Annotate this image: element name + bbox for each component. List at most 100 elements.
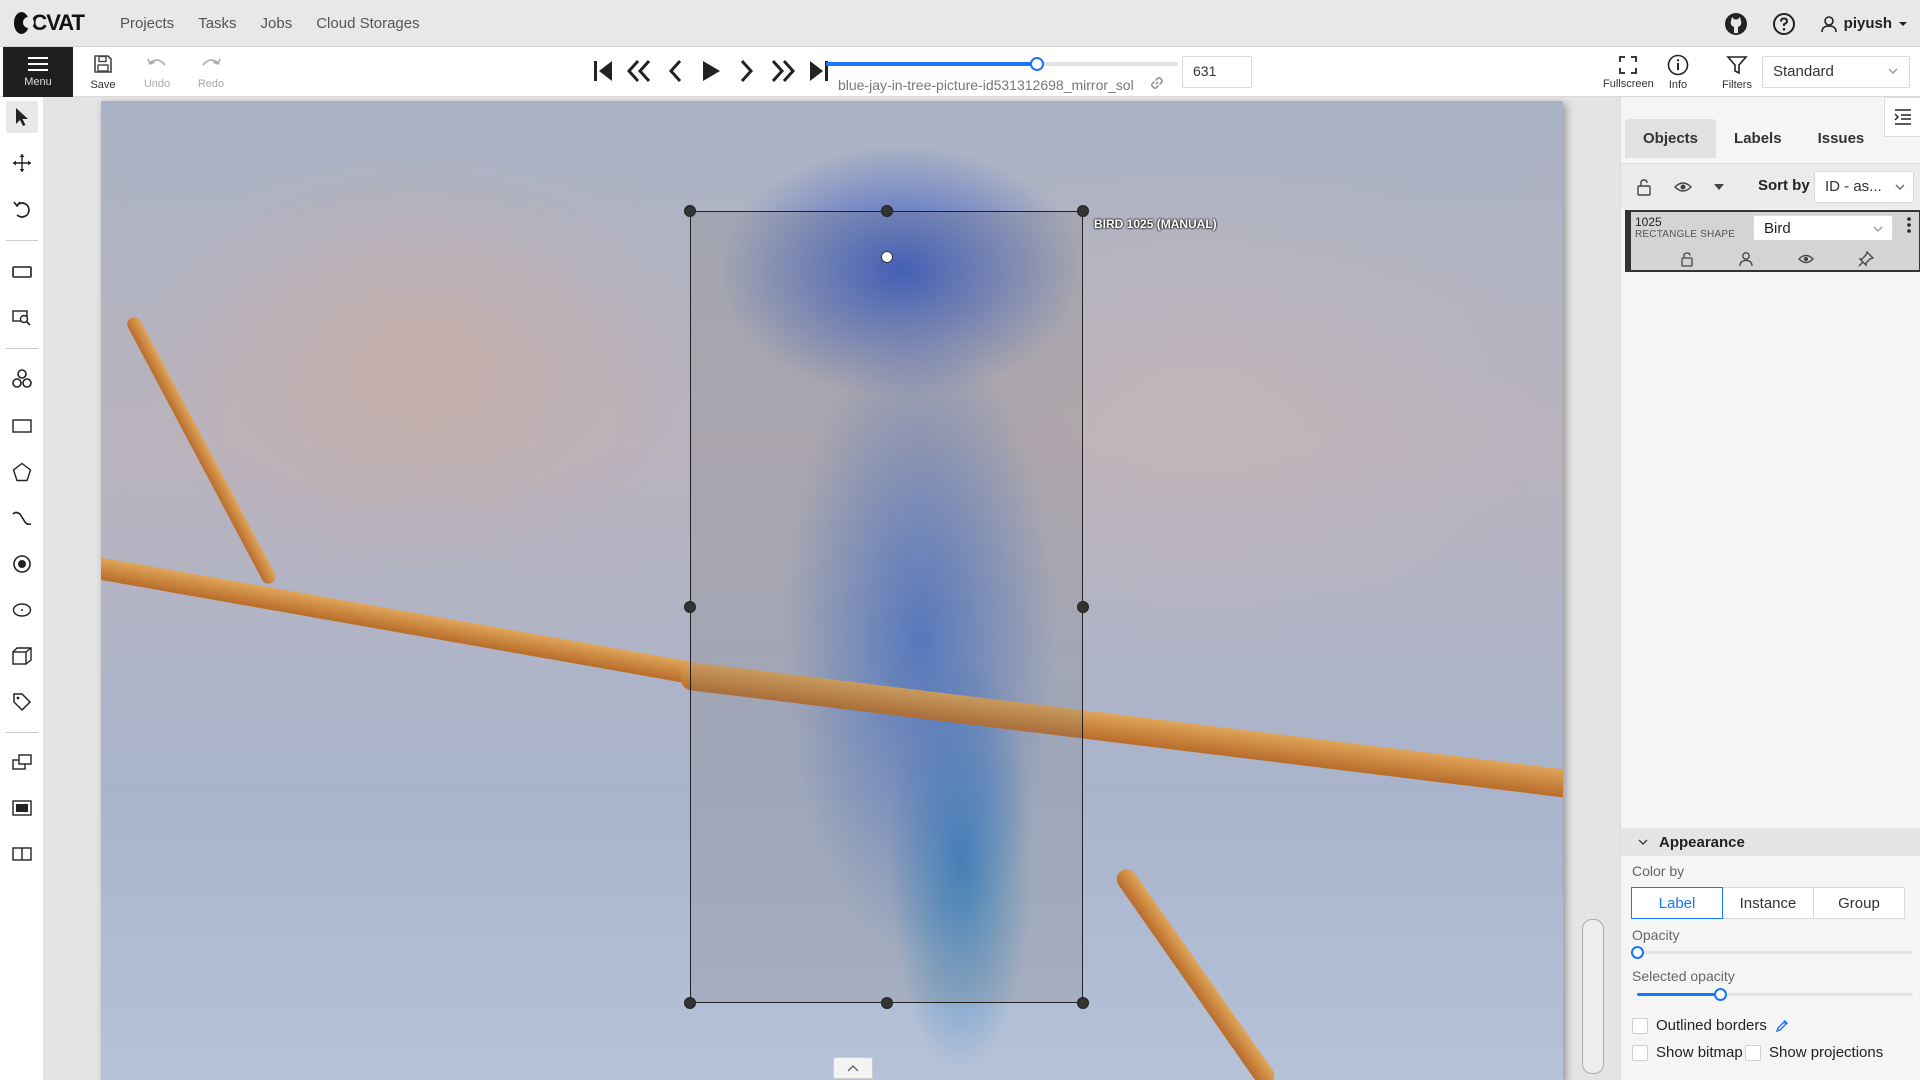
- lock-all-icon[interactable]: [1636, 178, 1652, 201]
- opacity-slider-track: [1637, 951, 1913, 954]
- object-lock-icon[interactable]: [1680, 251, 1694, 272]
- fit-image-tool[interactable]: [6, 256, 38, 288]
- opacity-slider[interactable]: [1631, 945, 1913, 959]
- redo-button[interactable]: Redo: [183, 47, 239, 97]
- merge-tool[interactable]: [6, 746, 38, 778]
- selected-opacity-slider-thumb[interactable]: [1713, 988, 1727, 1001]
- username: piyush: [1843, 15, 1892, 32]
- rotate-tool[interactable]: [6, 194, 38, 226]
- toolbar-divider: [6, 732, 38, 733]
- help-icon[interactable]: [1772, 12, 1796, 36]
- resize-handle[interactable]: [684, 997, 696, 1009]
- next-frame-button[interactable]: [732, 56, 762, 86]
- object-list-item[interactable]: 1025 RECTANGLE SHAPE Bird: [1625, 210, 1920, 272]
- appearance-header[interactable]: Appearance: [1621, 828, 1920, 856]
- first-frame-button[interactable]: [588, 56, 618, 86]
- annotated-image[interactable]: BIRD 1025 (MANUAL): [101, 101, 1563, 1080]
- expand-all-icon[interactable]: [1713, 180, 1725, 198]
- undo-button[interactable]: Undo: [129, 47, 185, 97]
- frame-slider-fill: [826, 62, 1038, 66]
- draw-cuboid-tool[interactable]: [6, 640, 38, 672]
- color-by-group-option[interactable]: Group: [1813, 887, 1905, 919]
- show-projections-option[interactable]: Show projections: [1745, 1044, 1883, 1061]
- move-tool[interactable]: [6, 147, 38, 179]
- canvas-zoom-strip[interactable]: [1582, 919, 1604, 1074]
- selected-opacity-slider[interactable]: [1637, 987, 1913, 1001]
- canvas-collapse-button[interactable]: [833, 1057, 873, 1079]
- resize-handle[interactable]: [881, 997, 893, 1009]
- frame-slider-thumb[interactable]: [1030, 57, 1045, 71]
- setup-tag-tool[interactable]: [6, 686, 38, 718]
- draw-polygon-tool[interactable]: [6, 456, 38, 488]
- tab-labels[interactable]: Labels: [1716, 119, 1800, 158]
- menu-fold-icon: [1894, 109, 1911, 125]
- zoom-region-tool[interactable]: [6, 302, 38, 334]
- nav-projects[interactable]: Projects: [108, 15, 186, 32]
- draw-rectangle-tool[interactable]: [6, 410, 38, 442]
- color-by-label-option[interactable]: Label: [1631, 887, 1723, 919]
- color-by-instance-option[interactable]: Instance: [1722, 887, 1814, 919]
- tab-objects[interactable]: Objects: [1625, 119, 1717, 158]
- previous-frame-button[interactable]: [660, 56, 690, 86]
- split-tool[interactable]: [6, 838, 38, 870]
- nav-tasks[interactable]: Tasks: [186, 15, 248, 32]
- object-occluded-icon[interactable]: [1739, 251, 1753, 272]
- draw-points-tool[interactable]: [6, 548, 38, 580]
- outlined-borders-checkbox[interactable]: [1632, 1017, 1648, 1034]
- info-button[interactable]: Info: [1667, 47, 1689, 97]
- canvas-workspace[interactable]: BIRD 1025 (MANUAL): [44, 97, 1620, 1080]
- object-canvas-label: BIRD 1025 (MANUAL): [1094, 217, 1217, 231]
- resize-handle[interactable]: [881, 205, 893, 217]
- ellipse-icon: [12, 603, 32, 617]
- forward-jump-button[interactable]: [768, 56, 798, 86]
- opacity-slider-thumb[interactable]: [1631, 946, 1644, 959]
- object-pin-icon[interactable]: [1858, 250, 1875, 272]
- eye-all-icon[interactable]: [1674, 178, 1692, 201]
- nav-jobs[interactable]: Jobs: [249, 15, 305, 32]
- object-visibility-icon[interactable]: [1798, 251, 1814, 272]
- resize-handle[interactable]: [684, 205, 696, 217]
- fullscreen-button[interactable]: Fullscreen: [1603, 47, 1654, 97]
- save-button[interactable]: Save: [75, 47, 131, 97]
- filters-button[interactable]: Filters: [1722, 47, 1752, 97]
- first-frame-icon: [594, 61, 612, 81]
- resize-handle[interactable]: [684, 601, 696, 613]
- group-tool[interactable]: [6, 792, 38, 824]
- show-bitmap-option[interactable]: Show bitmap: [1632, 1044, 1743, 1061]
- object-label-select[interactable]: Bird: [1753, 215, 1893, 241]
- nav-cloud-storages[interactable]: Cloud Storages: [304, 15, 431, 32]
- workspace-select[interactable]: Standard: [1762, 56, 1910, 88]
- resize-handle[interactable]: [1077, 997, 1089, 1009]
- github-icon[interactable]: [1724, 12, 1748, 36]
- show-projections-label: Show projections: [1769, 1044, 1884, 1061]
- object-more-icon[interactable]: [1907, 216, 1911, 239]
- draw-ellipse-tool[interactable]: [6, 594, 38, 626]
- menu-label: Menu: [24, 76, 52, 88]
- ai-tools[interactable]: [6, 363, 38, 395]
- play-button[interactable]: [696, 56, 726, 86]
- tab-issues[interactable]: Issues: [1800, 119, 1883, 158]
- outlined-borders-option[interactable]: Outlined borders: [1632, 1017, 1789, 1034]
- object-label-value: Bird: [1764, 220, 1791, 237]
- show-bitmap-checkbox[interactable]: [1632, 1044, 1648, 1061]
- cursor-tool[interactable]: [6, 101, 38, 133]
- copy-link-icon[interactable]: [1150, 76, 1164, 95]
- cvat-logo[interactable]: CVAT: [14, 8, 85, 38]
- redo-label: Redo: [197, 77, 225, 90]
- frame-slider[interactable]: [826, 57, 1178, 71]
- resize-handle[interactable]: [1077, 601, 1089, 613]
- show-projections-checkbox[interactable]: [1745, 1044, 1761, 1061]
- sidebar-toggle[interactable]: [1884, 97, 1920, 137]
- sort-by-select[interactable]: ID - as...: [1814, 171, 1914, 203]
- draw-polyline-tool[interactable]: [6, 502, 38, 534]
- color-picker-icon[interactable]: [1775, 1019, 1789, 1033]
- menu-button[interactable]: Menu: [3, 47, 73, 97]
- frame-number-input[interactable]: 631: [1182, 56, 1252, 88]
- back-jump-button[interactable]: [624, 56, 654, 86]
- resize-handle[interactable]: [1077, 205, 1089, 217]
- rotation-handle[interactable]: [881, 251, 893, 263]
- opacity-label: Opacity: [1632, 927, 1680, 943]
- user-menu[interactable]: piyush: [1820, 15, 1908, 33]
- toolbar-divider: [6, 348, 38, 349]
- bounding-box[interactable]: [690, 211, 1083, 1003]
